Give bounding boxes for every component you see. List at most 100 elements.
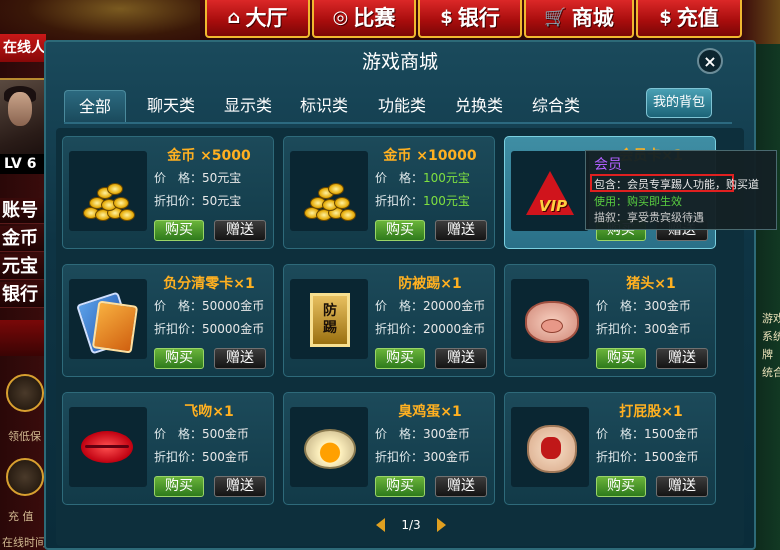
discount-label: 折扣价：: [596, 322, 645, 336]
nav-competition-label: 比赛: [353, 6, 396, 30]
discount-value: 100元宝: [423, 194, 470, 208]
buy-button[interactable]: 购买: [596, 348, 646, 369]
nav-shop-label: 商城: [571, 6, 614, 30]
level-badge: LV 6: [0, 154, 46, 174]
gift-button[interactable]: 赠送: [435, 220, 487, 241]
nav-recharge-button[interactable]: $ 充值: [636, 0, 742, 38]
house-icon: ⌂: [227, 6, 241, 28]
online-users-tab[interactable]: 在线人: [0, 34, 46, 62]
discount-value: 50元宝: [202, 194, 242, 208]
price-value: 100元宝: [423, 171, 470, 185]
discount-row: 折扣价：1500金币: [596, 448, 699, 465]
online-time-label: 在线时间: [2, 536, 46, 549]
buy-button[interactable]: 购买: [154, 476, 204, 497]
price-value: 300金币: [644, 299, 691, 313]
page-indicator: 1/3: [401, 518, 421, 532]
gift-button[interactable]: 赠送: [214, 220, 266, 241]
nav-competition-button[interactable]: ◎ 比赛: [312, 0, 416, 38]
price-row: 价 格：100元宝: [375, 169, 470, 186]
price-row: 价 格：300金币: [596, 297, 691, 314]
item-image: [69, 279, 147, 359]
buy-button[interactable]: 购买: [596, 476, 646, 497]
reset-card-icon-front: [91, 300, 139, 354]
tab-general[interactable]: 综合类: [532, 90, 580, 122]
nav-hall-button[interactable]: ⌂ 大厅: [205, 0, 310, 38]
buy-button[interactable]: 购买: [154, 348, 204, 369]
buy-button[interactable]: 购买: [375, 220, 425, 241]
recharge-side-icon[interactable]: [6, 458, 44, 496]
buy-button[interactable]: 购买: [375, 476, 425, 497]
discount-row: 折扣价：50元宝: [154, 192, 241, 209]
item-card: 金币 ×5000 价 格：50元宝 折扣价：50元宝 购买 赠送: [62, 136, 274, 249]
tooltip-usage-line: 使用：购买即生效: [594, 195, 682, 208]
gift-button[interactable]: 赠送: [214, 476, 266, 497]
item-image: VIP: [511, 151, 589, 231]
price-value: 300金币: [423, 427, 470, 441]
price-label: 价 格：: [375, 171, 424, 185]
discount-row: 折扣价：50000金币: [154, 320, 264, 337]
game-store-modal: 游戏商城 × 全部 聊天类 显示类 标识类 功能类 兑换类 综合类 我的背包 金…: [44, 40, 756, 550]
tab-all[interactable]: 全部: [64, 90, 127, 122]
tab-underline: [64, 122, 732, 124]
item-name: 金币 ×10000: [383, 148, 477, 164]
item-name: 飞吻×1: [184, 404, 234, 420]
plaque-char-2: 踢: [323, 320, 337, 336]
top-right-decoration: [740, 0, 780, 44]
item-image: [69, 151, 147, 231]
my-bag-button[interactable]: 我的背包: [646, 88, 712, 118]
right-panel-text-1: 游戏: [762, 312, 780, 325]
bank-icon: $: [440, 6, 453, 28]
item-image: [290, 151, 368, 231]
price-value: 1500金币: [644, 427, 699, 441]
discount-value: 1500金币: [644, 450, 699, 464]
prev-page-arrow-icon[interactable]: [376, 518, 386, 532]
discount-value: 500金币: [202, 450, 249, 464]
price-row: 价 格：500金币: [154, 425, 249, 442]
close-button[interactable]: ×: [697, 48, 723, 74]
ingot-label: 元宝: [0, 254, 46, 280]
discount-row: 折扣价：300金币: [375, 448, 470, 465]
item-name: 臭鸡蛋×1: [398, 404, 462, 420]
anti-kick-plaque-icon: 防 踢: [310, 293, 350, 347]
gift-button[interactable]: 赠送: [656, 476, 708, 497]
gift-button[interactable]: 赠送: [435, 348, 487, 369]
item-image: [511, 407, 589, 487]
item-card: 臭鸡蛋×1 价 格：300金币 折扣价：300金币 购买 赠送: [283, 392, 495, 505]
gold-coins-icon: [83, 181, 135, 221]
nav-bank-button[interactable]: $ 银行: [418, 0, 522, 38]
tab-badge[interactable]: 标识类: [300, 90, 348, 122]
tab-chat[interactable]: 聊天类: [147, 90, 195, 122]
pig-head-icon: [525, 301, 579, 343]
tab-display[interactable]: 显示类: [224, 90, 272, 122]
discount-row: 折扣价：100元宝: [375, 192, 470, 209]
tab-exchange[interactable]: 兑换类: [455, 90, 503, 122]
discount-label: 折扣价：: [154, 194, 203, 208]
discount-label: 折扣价：: [375, 194, 424, 208]
recharge-side-label[interactable]: 充 值: [0, 508, 46, 524]
tooltip-title: 会员: [594, 157, 622, 173]
welfare-icon[interactable]: [6, 374, 44, 412]
category-tabs: 全部 聊天类 显示类 标识类 功能类 兑换类 综合类: [64, 90, 732, 122]
discount-row: 折扣价：500金币: [154, 448, 249, 465]
item-image: [511, 279, 589, 359]
welfare-label[interactable]: 领低保: [0, 428, 46, 444]
next-page-arrow-icon[interactable]: [436, 518, 446, 532]
item-image: 防 踢: [290, 279, 368, 359]
price-label: 价 格：: [596, 299, 645, 313]
price-row: 价 格：1500金币: [596, 425, 699, 442]
cart-icon: 🛒: [544, 6, 567, 28]
discount-value: 20000金币: [423, 322, 486, 336]
gift-button[interactable]: 赠送: [214, 348, 266, 369]
nav-shop-button[interactable]: 🛒 商城: [524, 0, 634, 38]
buy-button[interactable]: 购买: [154, 220, 204, 241]
gift-button[interactable]: 赠送: [435, 476, 487, 497]
buy-button[interactable]: 购买: [375, 348, 425, 369]
price-label: 价 格：: [154, 427, 203, 441]
bank-label: 银行: [0, 282, 46, 308]
item-name: 防被踢×1: [398, 276, 462, 292]
price-value: 50000金币: [202, 299, 265, 313]
gift-button[interactable]: 赠送: [656, 348, 708, 369]
discount-label: 折扣价：: [375, 322, 424, 336]
tab-function[interactable]: 功能类: [378, 90, 426, 122]
price-row: 价 格：20000金币: [375, 297, 485, 314]
